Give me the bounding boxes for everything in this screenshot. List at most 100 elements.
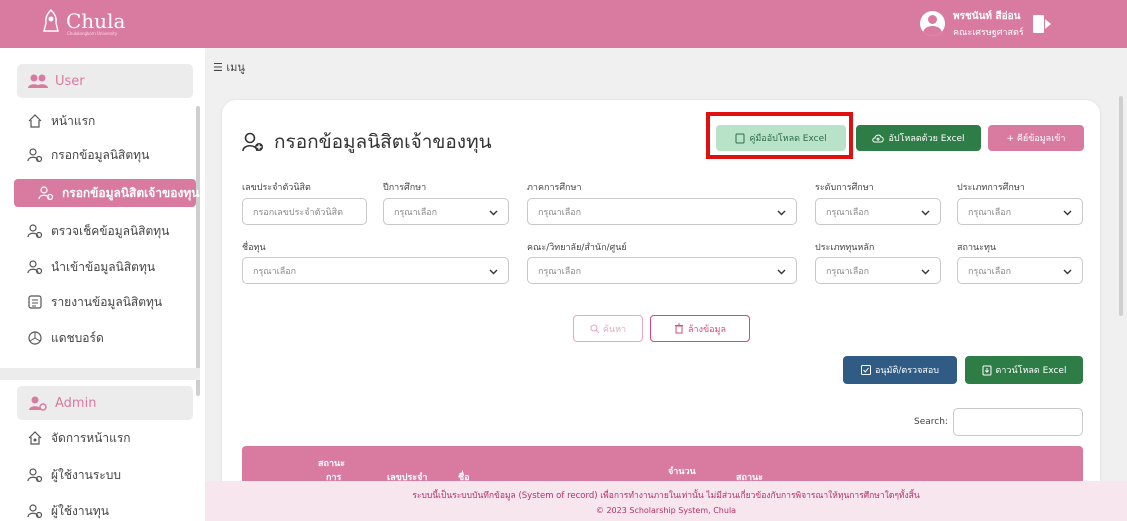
logo-text: Chula: [66, 9, 126, 33]
person-add-icon: [27, 148, 43, 163]
status-label: สถานะทุน: [957, 243, 997, 253]
person-add-icon: [242, 132, 263, 152]
person-add-icon: [38, 186, 54, 201]
logo-subtitle: Chulalongkorn University: [67, 31, 118, 36]
list-icon: [28, 295, 42, 309]
hamburger-icon: ☰: [213, 61, 227, 74]
chevron-down-icon: [489, 210, 498, 216]
page-title-text: กรอกข้อมูลนิสิตเจ้าของทุน: [274, 131, 492, 153]
person-add-icon: [27, 504, 43, 519]
person-add-icon: [27, 260, 43, 275]
add-data-button[interactable]: + คีย์ข้อมูลเข้า: [988, 125, 1084, 151]
scholarship-select[interactable]: กรุณาเลือก: [242, 257, 509, 284]
year-select[interactable]: กรุณาเลือก: [383, 198, 509, 225]
sidebar-header-admin[interactable]: Admin: [17, 386, 193, 420]
level-label: ระดับการศึกษา: [815, 183, 874, 193]
term-select-value: กรุณาเลือก: [538, 207, 582, 218]
student-id-input[interactable]: กรอกเลขประจำตัวนิสิต: [242, 198, 367, 225]
th-amount: จำนวน: [668, 467, 696, 477]
sidebar-item-owner-data[interactable]: กรอกข้อมูลนิสิตเจ้าของทุน: [14, 179, 199, 207]
upload-excel-button[interactable]: อัปโหลดด้วย Excel: [856, 125, 981, 151]
sidebar-item-import-data[interactable]: นำเข้าข้อมูลนิสิตทุน: [27, 256, 197, 278]
person-add-icon: [27, 468, 43, 483]
sidebar-item-label: ตรวจเช็คข้อมูลนิสิตทุน: [51, 223, 170, 238]
student-id-label: เลขประจำตัวนิสิต: [242, 183, 311, 193]
sidebar-item-home[interactable]: หน้าแรก: [27, 110, 197, 132]
sidebar-divider: [0, 368, 200, 380]
sidebar-item-check-data[interactable]: ตรวจเช็คข้อมูลนิสิตทุน: [27, 220, 197, 242]
chevron-down-icon: [489, 269, 498, 275]
download-icon: [982, 365, 992, 375]
sidebar-item-dashboard[interactable]: แดชบอร์ด: [27, 327, 197, 349]
highlight-box: [706, 112, 853, 159]
main-type-label: ประเภททุนหลัก: [815, 243, 875, 253]
level-select-value: กรุณาเลือก: [826, 207, 870, 218]
search-button[interactable]: ค้นหา: [573, 315, 643, 342]
program-select[interactable]: กรุณาเลือก: [957, 198, 1083, 225]
upload-excel-label: อัปโหลดด้วย Excel: [888, 134, 965, 144]
sidebar: User หน้าแรก กรอกข้อมูลนิสิตทุน กรอกข้อม…: [0, 48, 205, 521]
table-search-label: Search:: [914, 417, 948, 427]
chula-seal-icon: [43, 9, 59, 32]
check-icon: [861, 365, 871, 375]
sidebar-item-report[interactable]: รายงานข้อมูลนิสิตทุน: [27, 291, 197, 313]
person-add-icon: [27, 224, 43, 239]
scholarship-select-value: กรุณาเลือก: [253, 266, 297, 277]
sidebar-item-label: นำเข้าข้อมูลนิสิตทุน: [51, 259, 156, 274]
sidebar-item-label: หน้าแรก: [51, 113, 96, 128]
sidebar-item-label: กรอกข้อมูลนิสิตทุน: [51, 147, 150, 162]
menu-toggle[interactable]: ☰ เมนู: [213, 58, 245, 76]
approve-button[interactable]: อนุมัติ/ตรวจสอบ: [843, 356, 957, 384]
faculty-label: คณะ/วิทยาลัย/สำนัก/ศูนย์: [527, 243, 627, 253]
program-select-value: กรุณาเลือก: [968, 207, 1012, 218]
chevron-down-icon: [921, 269, 930, 275]
sidebar-item-label: จัดการหน้าแรก: [51, 430, 131, 445]
clear-button[interactable]: ล้างข้อมูล: [650, 315, 750, 342]
sidebar-item-student-data[interactable]: กรอกข้อมูลนิสิตทุน: [27, 144, 197, 166]
trash-icon: [675, 323, 684, 334]
dashboard-icon: [28, 331, 42, 345]
approve-button-label: อนุมัติ/ตรวจสอบ: [875, 366, 939, 376]
search-icon: [590, 323, 600, 333]
faculty-select-value: กรุณาเลือก: [538, 266, 582, 277]
page-title: กรอกข้อมูลนิสิตเจ้าของทุน: [242, 127, 492, 157]
table-search-input[interactable]: [953, 408, 1083, 436]
page-scrollbar[interactable]: [1119, 96, 1123, 316]
th-status-1: สถานะ: [318, 459, 345, 469]
faculty-select[interactable]: กรุณาเลือก: [527, 257, 797, 284]
main-type-select-value: กรุณาเลือก: [826, 266, 870, 277]
sidebar-header-user[interactable]: User: [17, 64, 193, 98]
user-name: พรชนันท์ สีอ่อน: [953, 11, 1021, 22]
year-label: ปีการศึกษา: [383, 183, 427, 193]
chevron-down-icon: [921, 210, 930, 216]
logo[interactable]: Chula: [42, 9, 125, 33]
main-type-select[interactable]: กรุณาเลือก: [815, 257, 941, 284]
download-excel-label: ดาวน์โหลด Excel: [995, 366, 1067, 376]
download-excel-button[interactable]: ดาวน์โหลด Excel: [965, 356, 1083, 384]
user-icon[interactable]: [920, 11, 945, 36]
status-select-value: กรุณาเลือก: [968, 266, 1012, 277]
top-bar: Chula Chulalongkorn University พรชนันท์ …: [0, 0, 1127, 48]
footer-notice: ระบบนี้เป็นระบบบันทึกข้อมูล (System of r…: [412, 491, 920, 501]
search-button-label: ค้นหา: [602, 324, 627, 335]
status-select[interactable]: กรุณาเลือก: [957, 257, 1083, 284]
sidebar-header-label: User: [55, 73, 85, 89]
term-select[interactable]: กรุณาเลือก: [527, 198, 797, 225]
year-select-value: กรุณาเลือก: [394, 207, 438, 218]
chevron-down-icon: [777, 269, 786, 275]
logout-icon[interactable]: [1031, 13, 1053, 35]
upload-cloud-icon: [872, 134, 885, 143]
sidebar-item-manage-home[interactable]: จัดการหน้าแรก: [27, 427, 197, 449]
sidebar-item-scholarship-users[interactable]: ผู้ใช้งานทุน: [27, 500, 197, 521]
sidebar-header-label: Admin: [55, 395, 97, 411]
level-select[interactable]: กรุณาเลือก: [815, 198, 941, 225]
chevron-down-icon: [777, 210, 786, 216]
user-faculty: คณะเศรษฐศาสตร์: [953, 28, 1024, 38]
footer-copyright: © 2023 Scholarship System, Chula: [595, 506, 737, 515]
menu-label: เมนู: [226, 61, 245, 74]
sidebar-item-label: ผู้ใช้งานระบบ: [51, 467, 121, 482]
sidebar-item-system-users[interactable]: ผู้ใช้งานระบบ: [27, 464, 197, 486]
home-icon: [28, 114, 42, 128]
chevron-down-icon: [1063, 269, 1072, 275]
scholarship-label: ชื่อทุน: [242, 243, 266, 253]
